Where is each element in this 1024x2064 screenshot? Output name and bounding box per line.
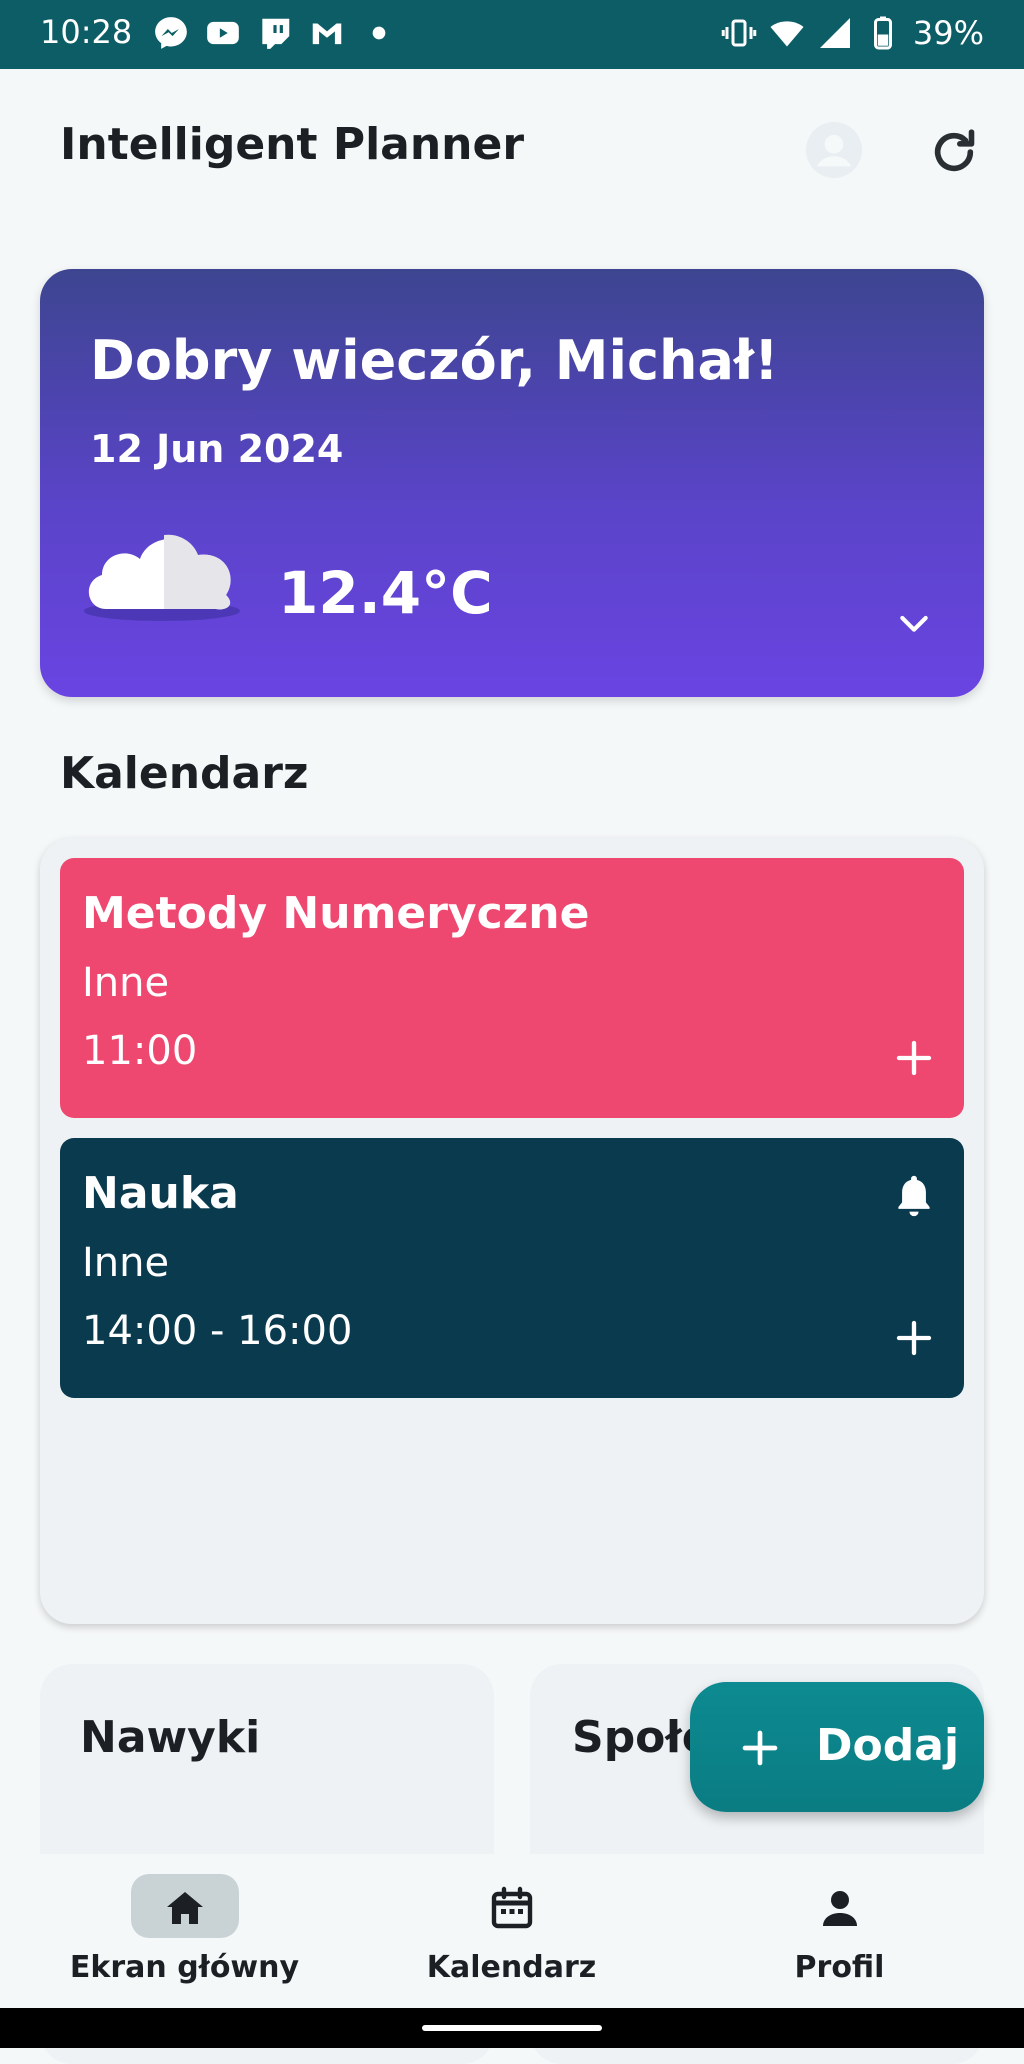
status-time: 10:28 <box>40 13 133 51</box>
wifi-icon <box>770 21 804 47</box>
gesture-area <box>0 2008 1024 2048</box>
add-button[interactable]: Dodaj <box>690 1682 984 1812</box>
add-button-label: Dodaj <box>816 1720 960 1771</box>
temperature-text: 12.4°C <box>278 559 493 627</box>
calendar-section-title: Kalendarz <box>60 748 309 799</box>
add-icon[interactable] <box>894 1038 934 1078</box>
nav-item-calendar[interactable]: Kalendarz <box>341 1854 682 2008</box>
app-bar: Intelligent Planner <box>0 69 1024 229</box>
date-text: 12 Jun 2024 <box>90 427 344 471</box>
notification-icons <box>152 14 398 52</box>
bell-icon[interactable] <box>892 1172 936 1220</box>
status-bar: 10:28 39% <box>0 0 1024 69</box>
nav-label: Ekran główny <box>69 1950 300 1985</box>
home-icon <box>166 1892 203 1924</box>
twitch-icon <box>262 18 290 49</box>
event-category: Inne <box>82 1240 170 1286</box>
event-time: 14:00 - 16:00 <box>82 1308 353 1354</box>
event-time: 11:00 <box>82 1028 198 1074</box>
battery-icon <box>873 16 892 50</box>
add-icon[interactable] <box>894 1318 934 1358</box>
plus-icon <box>742 1730 778 1766</box>
vibrate-icon <box>721 19 757 47</box>
greeting-text: Dobry wieczór, Michał! <box>90 329 779 392</box>
event-card[interactable]: Nauka Inne 14:00 - 16:00 <box>60 1138 964 1398</box>
weather-card[interactable]: Dobry wieczór, Michał! 12 Jun 2024 12.4°… <box>40 269 984 697</box>
person-icon <box>822 1891 857 1926</box>
nav-item-profile[interactable]: Profil <box>669 1854 1010 2008</box>
youtube-icon <box>207 21 239 45</box>
refresh-icon[interactable] <box>926 124 982 180</box>
dot-icon <box>372 26 386 40</box>
event-card[interactable]: Metody Numeryczne Inne 11:00 <box>60 858 964 1118</box>
event-title: Nauka <box>82 1168 239 1219</box>
system-icons: 39% <box>721 14 984 52</box>
nav-label: Profil <box>794 1950 885 1985</box>
cloud-icon <box>84 534 240 621</box>
battery-percent: 39% <box>912 14 984 52</box>
calendar-icon <box>491 1886 532 1929</box>
gmail-icon <box>312 23 342 45</box>
bottom-nav: Ekran główny Kalendarz Profil <box>0 1854 1024 2008</box>
nav-item-home[interactable]: Ekran główny <box>14 1854 355 2008</box>
habits-title: Nawyki <box>80 1712 261 1763</box>
chevron-down-icon[interactable] <box>894 603 934 643</box>
event-title: Metody Numeryczne <box>82 888 590 939</box>
gesture-handle[interactable] <box>422 2025 602 2031</box>
app-title: Intelligent Planner <box>60 119 525 170</box>
nav-label: Kalendarz <box>426 1950 597 1985</box>
event-category: Inne <box>82 960 170 1006</box>
avatar-icon[interactable] <box>806 122 862 178</box>
signal-icon <box>819 18 850 48</box>
calendar-panel: Metody Numeryczne Inne 11:00 Nauka Inne … <box>40 838 984 1624</box>
messenger-icon <box>155 17 187 49</box>
